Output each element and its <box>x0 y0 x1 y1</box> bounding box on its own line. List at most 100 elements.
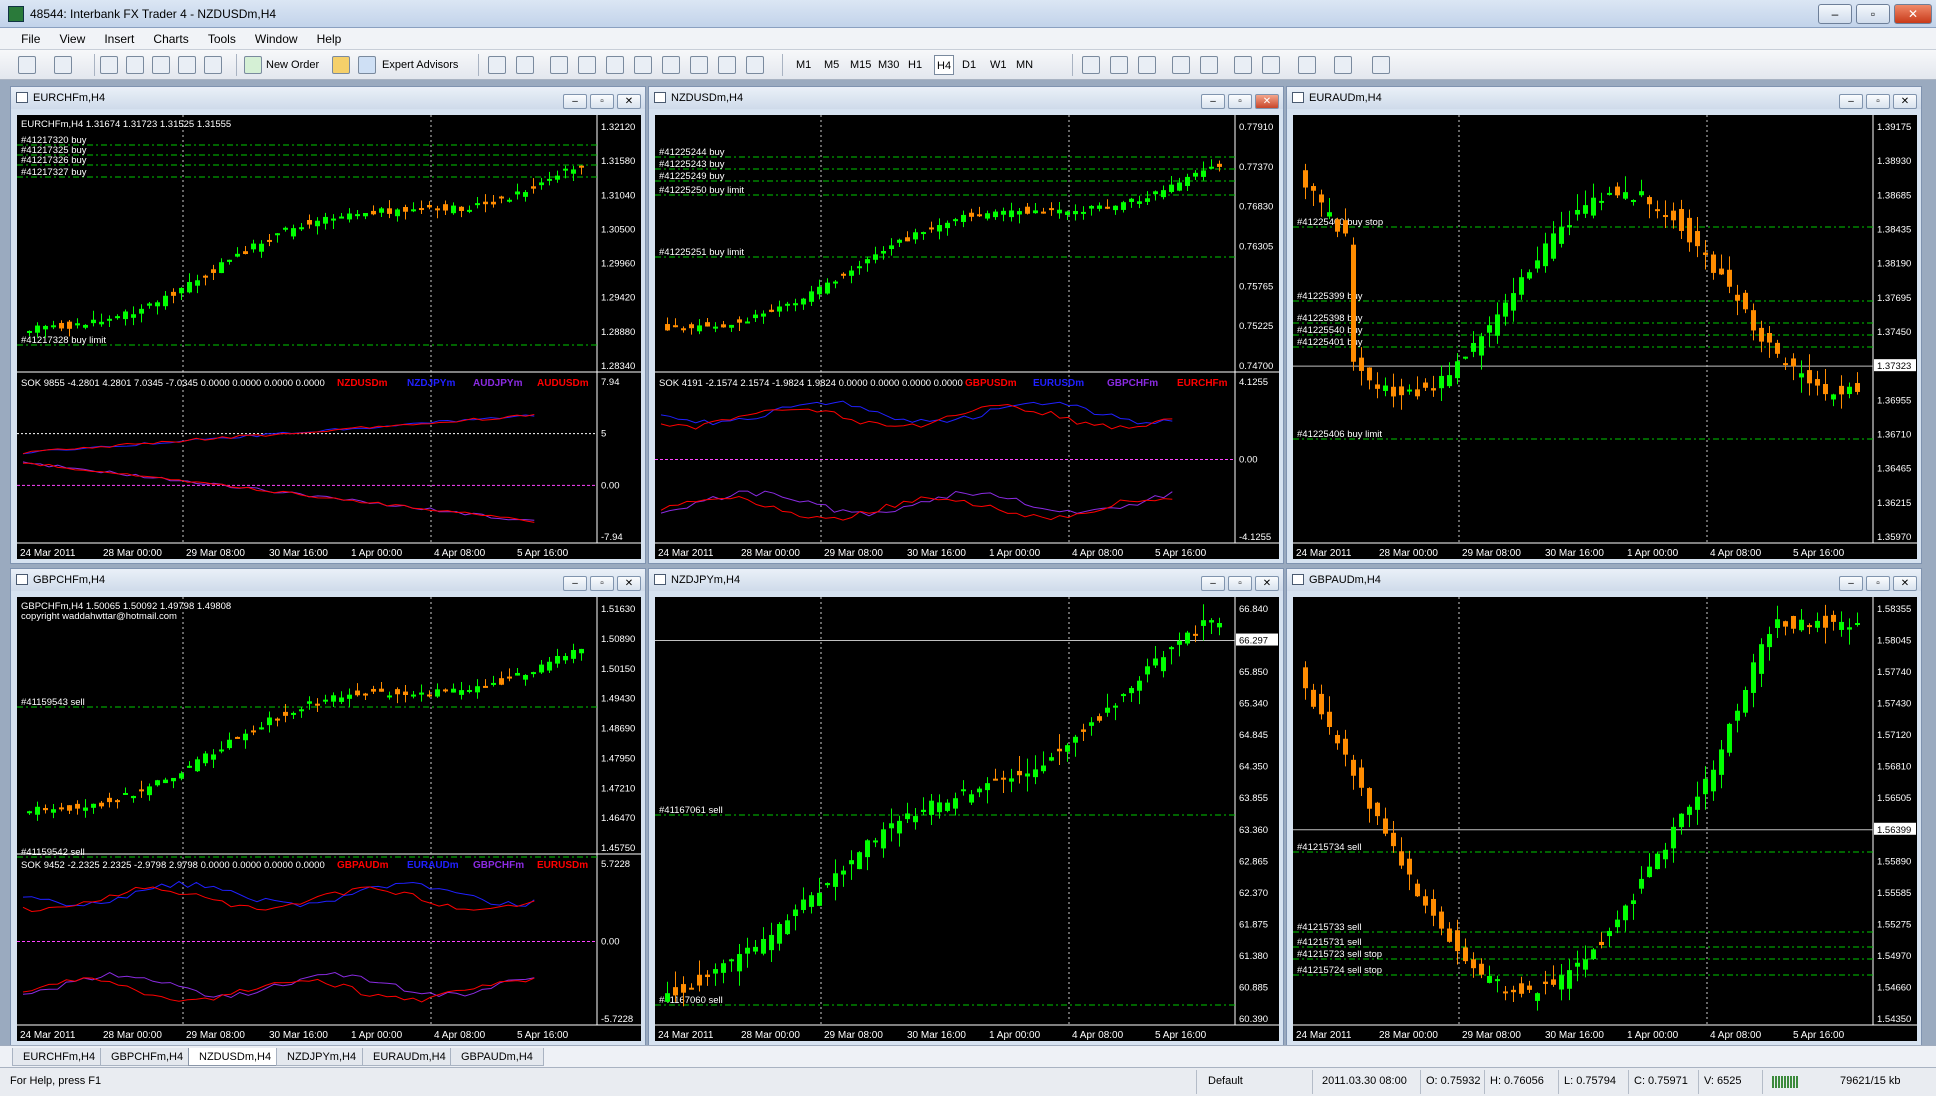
zoom-out-icon[interactable] <box>1200 56 1218 74</box>
chart-window-nzdjpym-h4[interactable]: NZDJPYm,H4 – ▫ ✕ 24 Mar 2011 28 Mar 00:00 29 M… <box>648 568 1284 1046</box>
menu-window[interactable]: Window <box>247 28 306 46</box>
date-tick-label: 30 Mar 16:00 <box>907 1030 966 1041</box>
channel-icon[interactable] <box>634 56 652 74</box>
period-w1[interactable]: W1 <box>990 55 1007 75</box>
chart-maximize-button[interactable]: ▫ <box>1228 576 1252 591</box>
menu-insert[interactable]: Insert <box>96 28 142 46</box>
maximize-button[interactable]: ▫ <box>1856 4 1890 24</box>
new-chart-icon[interactable] <box>18 56 36 74</box>
profiles-icon[interactable] <box>54 56 72 74</box>
menu-help[interactable]: Help <box>309 28 350 46</box>
autoscroll-icon[interactable] <box>1262 56 1280 74</box>
minimize-button[interactable]: – <box>1818 4 1852 24</box>
trendline-icon[interactable] <box>606 56 624 74</box>
chart-maximize-button[interactable]: ▫ <box>1866 576 1890 591</box>
tab-euraudm-h4[interactable]: EURAUDm,H4 <box>362 1048 457 1066</box>
candlestick-icon[interactable] <box>1110 56 1128 74</box>
chart-window-gbpchfm-h4[interactable]: GBPCHFm,H4 – ▫ ✕ 24 Mar 2011 28 Mar 00:00 29 M… <box>10 568 646 1046</box>
chart-maximize-button[interactable]: ▫ <box>590 94 614 109</box>
metaeditor-icon[interactable] <box>332 56 350 74</box>
fibonacci-icon[interactable] <box>662 56 680 74</box>
candle-body <box>243 733 248 741</box>
price-chart[interactable]: 24 Mar 2011 28 Mar 00:00 29 Mar 08:00 30 Ma… <box>655 115 1279 559</box>
indicator-scale-label: 0.00 <box>601 480 620 491</box>
chart-shift-icon[interactable] <box>1234 56 1252 74</box>
chart-maximize-button[interactable]: ▫ <box>1228 94 1252 109</box>
close-button[interactable]: ✕ <box>1894 4 1932 24</box>
price-chart[interactable]: 24 Mar 2011 28 Mar 00:00 29 Mar 08:00 30 Ma… <box>1293 597 1917 1041</box>
chart-close-button[interactable]: ✕ <box>617 94 641 109</box>
chart-close-button[interactable]: ✕ <box>1893 94 1917 109</box>
indicator-scale-label: 7.94 <box>601 377 620 388</box>
terminal-icon[interactable] <box>178 56 196 74</box>
line-chart-icon[interactable] <box>1138 56 1156 74</box>
price-chart[interactable]: 24 Mar 2011 28 Mar 00:00 29 Mar 08:00 30 Ma… <box>17 597 641 1041</box>
tab-gbpchfm-h4[interactable]: GBPCHFm,H4 <box>100 1048 195 1066</box>
period-m1[interactable]: M1 <box>796 55 811 75</box>
text-icon[interactable] <box>690 56 708 74</box>
chart-window-nzdusdm-h4[interactable]: NZDUSDm,H4 – ▫ ✕ 24 Mar 2011 28 Mar 00:00 29 M… <box>648 86 1284 564</box>
tab-eurchfm-h4[interactable]: EURCHFm,H4 <box>12 1048 107 1066</box>
menu-view[interactable]: View <box>51 28 93 46</box>
vertical-line-icon[interactable] <box>550 56 568 74</box>
strategy-tester-icon[interactable] <box>204 56 222 74</box>
period-h1[interactable]: H1 <box>908 55 922 75</box>
candle-body <box>689 324 694 329</box>
crosshair-icon[interactable] <box>516 56 534 74</box>
chart-window-title: GBPCHFm,H4 – ▫ ✕ <box>11 569 645 591</box>
horizontal-line-icon[interactable] <box>578 56 596 74</box>
price-chart[interactable]: 24 Mar 2011 28 Mar 00:00 29 Mar 08:00 30 Ma… <box>17 115 641 559</box>
chart-close-button[interactable]: ✕ <box>1893 576 1917 591</box>
tab-gbpaudm-h4[interactable]: GBPAUDm,H4 <box>450 1048 544 1066</box>
period-h4[interactable]: H4 <box>934 55 955 75</box>
indicators-icon[interactable] <box>1298 56 1316 74</box>
menu-charts[interactable]: Charts <box>145 28 196 46</box>
chart-minimize-button[interactable]: – <box>1839 576 1863 591</box>
data-window-icon[interactable] <box>152 56 170 74</box>
cursor-icon[interactable] <box>488 56 506 74</box>
chart-maximize-button[interactable]: ▫ <box>590 576 614 591</box>
menu-file[interactable]: File <box>13 28 48 46</box>
chart-maximize-button[interactable]: ▫ <box>1866 94 1890 109</box>
new-order-icon[interactable] <box>244 56 262 74</box>
market-watch-icon[interactable] <box>100 56 118 74</box>
chart-window-euraudm-h4[interactable]: EURAUDm,H4 – ▫ ✕ 24 Mar 2011 28 Mar 00:00 29 M… <box>1286 86 1922 564</box>
price-chart[interactable]: 24 Mar 2011 28 Mar 00:00 29 Mar 08:00 30 Ma… <box>655 597 1279 1041</box>
chart-minimize-button[interactable]: – <box>563 94 587 109</box>
zoom-in-icon[interactable] <box>1172 56 1190 74</box>
date-tick-label: 1 Apr 00:00 <box>351 548 403 559</box>
chart-close-button[interactable]: ✕ <box>1255 576 1279 591</box>
chart-close-button[interactable]: ✕ <box>617 576 641 591</box>
chart-window-gbpaudm-h4[interactable]: GBPAUDm,H4 – ▫ ✕ 24 Mar 2011 28 Mar 00:00 29 M… <box>1286 568 1922 1046</box>
chart-minimize-button[interactable]: – <box>1201 94 1225 109</box>
candle-body <box>801 899 806 910</box>
period-m5[interactable]: M5 <box>824 55 839 75</box>
tab-nzdjpym-h4[interactable]: NZDJPYm,H4 <box>276 1048 368 1066</box>
navigator-icon[interactable] <box>126 56 144 74</box>
templates-icon[interactable] <box>1372 56 1390 74</box>
tab-nzdusdm-h4[interactable]: NZDUSDm,H4 <box>188 1048 283 1066</box>
expert-advisors-icon[interactable] <box>358 56 376 74</box>
expert-advisors-button[interactable]: Expert Advisors <box>382 55 458 75</box>
periods-clock-icon[interactable] <box>1334 56 1352 74</box>
arrows-icon[interactable] <box>746 56 764 74</box>
chart-close-button[interactable]: ✕ <box>1255 94 1279 109</box>
candle-body <box>1695 231 1700 247</box>
chart-minimize-button[interactable]: – <box>1201 576 1225 591</box>
new-order-button[interactable]: New Order <box>266 55 319 75</box>
chart-minimize-button[interactable]: – <box>1839 94 1863 109</box>
chart-window-eurchfm-h4[interactable]: EURCHFm,H4 – ▫ ✕ 24 Mar 2011 28 Mar 00:00 29 M… <box>10 86 646 564</box>
menu-tools[interactable]: Tools <box>200 28 244 46</box>
period-d1[interactable]: D1 <box>962 55 976 75</box>
price-chart[interactable]: 24 Mar 2011 28 Mar 00:00 29 Mar 08:00 30 Ma… <box>1293 115 1917 559</box>
candle-body <box>985 783 990 791</box>
bar-chart-icon[interactable] <box>1082 56 1100 74</box>
period-m30[interactable]: M30 <box>878 55 899 75</box>
chart-minimize-button[interactable]: – <box>563 576 587 591</box>
candle-body <box>1687 217 1692 243</box>
price-tick-label: 1.56810 <box>1877 762 1911 773</box>
period-mn[interactable]: MN <box>1016 55 1033 75</box>
candle-body <box>1631 900 1636 904</box>
text-label-icon[interactable] <box>718 56 736 74</box>
period-m15[interactable]: M15 <box>850 55 871 75</box>
